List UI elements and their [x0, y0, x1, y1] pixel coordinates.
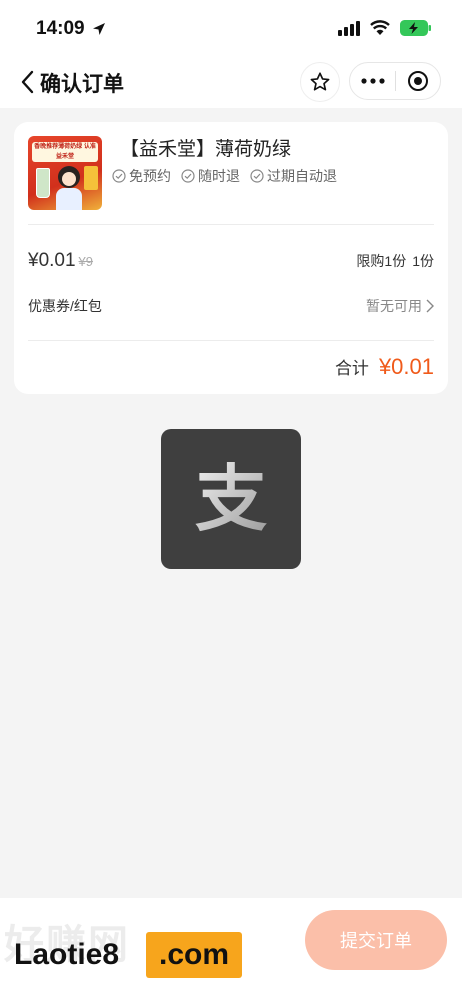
star-icon	[310, 72, 330, 91]
price-current: ¥0.01	[28, 250, 76, 271]
back-chevron-icon	[21, 70, 34, 94]
chevron-right-icon	[426, 299, 434, 313]
more-button[interactable]	[350, 63, 395, 99]
badge-refund-anytime: 随时退	[181, 166, 240, 186]
page-title: 确认订单	[40, 73, 124, 96]
brand-domain: .com	[146, 932, 242, 978]
price-original: ¥9	[78, 254, 94, 269]
coupon-value[interactable]: 暂无可用	[366, 296, 434, 316]
coupon-label: 优惠券/红包	[28, 298, 102, 314]
alipay-glyph: 支	[195, 457, 267, 541]
brand-watermark: 好赚网 Laotie8 .com	[0, 908, 254, 990]
total-label: 合计	[334, 359, 369, 378]
location-arrow-icon	[92, 23, 105, 35]
status-icons	[338, 20, 432, 36]
total-row: 合计 ¥0.01	[335, 354, 434, 380]
product-name: 【益禾堂】薄荷奶绿	[120, 139, 292, 160]
badge-auto-refund-expired: 过期自动退	[250, 166, 337, 186]
more-dots-icon	[360, 78, 385, 84]
favorite-button[interactable]	[300, 62, 340, 102]
badge-label: 过期自动退	[267, 168, 337, 184]
status-time-text: 14:09	[36, 18, 85, 39]
price-row: ¥0.01 ¥9 限购1份 1份	[28, 250, 434, 272]
mini-program-capsule	[349, 62, 441, 100]
coupon-value-text: 暂无可用	[366, 298, 422, 314]
coupon-row[interactable]: 优惠券/红包 暂无可用	[28, 296, 434, 316]
close-target-icon	[407, 71, 428, 91]
brand-name: Laotie8	[14, 938, 120, 971]
close-mini-program-button[interactable]	[396, 63, 440, 99]
badge-no-reservation: 免预约	[112, 166, 171, 186]
status-bar: 14:09	[0, 0, 462, 56]
price-group: ¥0.01 ¥9	[28, 250, 93, 272]
thumbnail-banner-text: 香晚推荐薄荷奶绿 认准益禾堂	[32, 142, 98, 162]
nav-bar: 确认订单	[0, 56, 462, 108]
purchase-limit: 限购1份	[356, 253, 407, 269]
wifi-icon	[370, 20, 390, 35]
thumbnail-cup	[36, 168, 50, 198]
purchase-limit-group: 限购1份 1份	[356, 251, 434, 271]
check-circle-icon	[181, 169, 195, 183]
alipay-icon: 支	[195, 457, 267, 541]
order-card: 香晚推荐薄荷奶绿 认准益禾堂 【益禾堂】薄荷奶绿 免预约 随时退 过期自动退 ¥…	[14, 122, 448, 394]
badge-label: 随时退	[198, 168, 240, 184]
submit-order-button[interactable]: 提交订单	[305, 910, 447, 970]
thumbnail-character-face	[62, 172, 76, 186]
check-circle-icon	[112, 169, 126, 183]
product-thumbnail[interactable]: 香晚推荐薄荷奶绿 认准益禾堂	[28, 136, 102, 210]
alipay-logo: 支	[161, 429, 301, 569]
divider	[28, 224, 434, 225]
total-value: ¥0.01	[378, 354, 434, 379]
signal-icon	[338, 21, 360, 36]
badge-label: 免预约	[129, 168, 171, 184]
battery-charging-icon	[400, 20, 431, 36]
status-time: 14:09	[36, 18, 107, 40]
check-circle-icon	[250, 169, 264, 183]
back-button[interactable]	[16, 68, 38, 96]
divider	[28, 340, 434, 341]
thumbnail-character-body	[56, 188, 82, 210]
service-badges: 免预约 随时退 过期自动退	[112, 166, 337, 186]
quantity: 1份	[412, 253, 434, 269]
thumbnail-tag	[84, 166, 98, 190]
